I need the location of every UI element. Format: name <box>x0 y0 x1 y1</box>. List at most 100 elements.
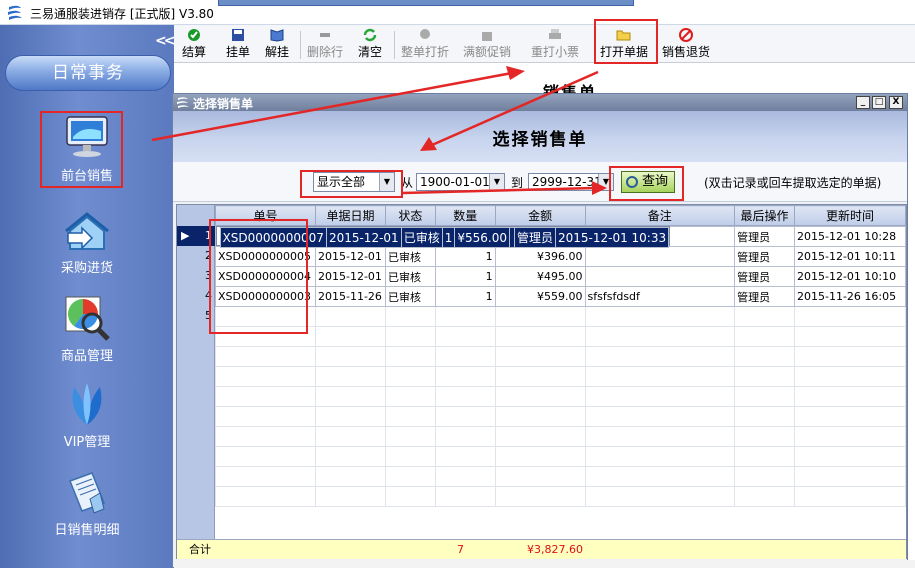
cell-date[interactable]: 2015-12-01 <box>314 246 386 267</box>
cell-operator[interactable]: 管理员 <box>734 266 795 287</box>
order-discount-button[interactable]: 整单打折 <box>401 28 449 60</box>
cell-date[interactable]: 2015-12-01 <box>314 266 386 287</box>
annotation-box-open-document <box>594 19 658 64</box>
chart-magnifier-icon <box>65 296 110 341</box>
cell-operator[interactable]: 管理员 <box>513 227 556 248</box>
promotion-button[interactable]: 满额促销 <box>463 28 511 60</box>
cell-updated[interactable]: 2015-12-01 10:10 <box>793 266 907 287</box>
app-logo-icon <box>8 5 22 20</box>
cell-amount[interactable]: ¥396.00 <box>494 246 586 267</box>
delete-row-button[interactable]: 删除行 <box>307 28 343 60</box>
column-header[interactable]: 单据日期 <box>314 205 386 226</box>
cell-updated[interactable]: 2015-12-01 10:33 <box>554 227 670 248</box>
column-header[interactable]: 数量 <box>434 205 496 226</box>
cell-status[interactable]: 已审核 <box>400 227 443 248</box>
from-date-picker[interactable]: 1900-01-01 ▼ <box>416 173 505 191</box>
empty-row <box>215 486 907 507</box>
column-header[interactable]: 最后操作 <box>734 205 795 226</box>
dialog-titlebar: 选择销售单 _ □ X <box>173 94 907 111</box>
refresh-icon <box>363 28 377 42</box>
sidebar-item-products[interactable]: 商品管理 <box>32 293 142 364</box>
checkout-button[interactable]: 结算 <box>182 28 206 60</box>
hold-order-button[interactable]: 挂单 <box>226 28 250 60</box>
cell-amount[interactable]: ¥495.00 <box>494 266 586 287</box>
column-header[interactable]: 金额 <box>494 205 586 226</box>
cell-operator[interactable]: 管理员 <box>734 246 795 267</box>
cell-note[interactable] <box>584 266 736 287</box>
table-row[interactable]: XSD0000000005 2015-12-01 已审核 1 ¥396.00 管理员 201… <box>215 246 907 267</box>
reprint-receipt-button[interactable]: 重打小票 <box>531 28 579 60</box>
sidebar-item-label: 采购进货 <box>60 261 113 276</box>
filter-bar: 显示全部 ▼ 从 1900-01-01 ▼ 到 2999-12-31 ▼ 查询 … <box>173 162 907 202</box>
summary-qty: 7 <box>457 543 464 556</box>
annotation-box-order-ids <box>209 219 308 334</box>
cell-qty[interactable]: 1 <box>434 286 496 307</box>
maximize-button[interactable]: □ <box>872 96 886 109</box>
annotation-box-display-mode <box>300 170 403 198</box>
sidebar-item-daily-sales[interactable]: 日销售明细 <box>32 469 142 538</box>
cell-status[interactable]: 已审核 <box>384 286 436 307</box>
vip-leaf-icon <box>72 383 102 425</box>
chevron-down-icon[interactable]: ▼ <box>489 174 504 190</box>
summary-row: 合计 7 ¥3,827.60 <box>177 539 906 559</box>
cell-updated[interactable]: 2015-12-01 10:11 <box>793 246 907 267</box>
cell-status[interactable]: 已审核 <box>384 266 436 287</box>
cell-date[interactable]: 2015-11-26 <box>314 286 386 307</box>
table-header-row: 单号 单据日期 状态 数量 金额 备注 最后操作 更新时间 <box>215 205 907 226</box>
sidebar-section-daily[interactable]: 日常事务 <box>5 55 171 91</box>
close-button[interactable]: X <box>889 96 903 109</box>
check-icon <box>188 29 200 41</box>
empty-row <box>215 326 907 347</box>
sidebar: << 日常事务 前台销售 采购进货 商品管理 VIP管理 日销售明细 <box>0 25 176 568</box>
annotation-box-query <box>609 166 684 201</box>
summary-label: 合计 <box>189 543 211 556</box>
sidebar-item-label: 商品管理 <box>60 349 113 364</box>
to-label: 到 <box>511 176 524 190</box>
cell-operator[interactable]: 管理员 <box>734 226 795 247</box>
empty-row <box>215 386 907 407</box>
sidebar-item-vip[interactable]: VIP管理 <box>32 381 142 450</box>
clipboard-icon <box>69 472 105 514</box>
minimize-button[interactable]: _ <box>856 96 870 109</box>
sidebar-item-label: VIP管理 <box>63 435 111 450</box>
app-title: 三易通服装进销存 [正式版] V3.80 <box>30 7 214 21</box>
collapse-sidebar-icon[interactable]: << <box>155 33 176 49</box>
summary-amount: ¥3,827.60 <box>527 543 583 556</box>
column-header[interactable]: 备注 <box>584 205 736 226</box>
app-titlebar: 三易通服装进销存 [正式版] V3.80 <box>0 0 915 25</box>
empty-row <box>215 406 907 427</box>
toolbar: 结算 挂单 解挂 删除行 清空 整单打折 满额促销 重打小票 打开单据 销售退货 <box>174 25 915 63</box>
cell-note[interactable]: sfsfsfdsdf <box>584 286 736 307</box>
query-hint: (双击记录或回车提取选定的单据) <box>704 176 882 190</box>
empty-row <box>215 446 907 467</box>
cell-date[interactable]: 2015-12-01 <box>325 227 402 248</box>
cell-amount[interactable]: ¥556.00 <box>454 227 510 248</box>
empty-row <box>215 366 907 387</box>
sales-return-button[interactable]: 销售退货 <box>662 28 710 60</box>
annotation-box-front-sales <box>40 111 123 188</box>
dialog-header: 选择销售单 <box>173 111 907 162</box>
cell-note[interactable] <box>584 246 736 267</box>
status-bar <box>174 560 915 568</box>
cell-updated[interactable]: 2015-11-26 16:05 <box>793 286 907 307</box>
title-tab-strip <box>218 0 634 6</box>
cell-updated[interactable]: 2015-12-01 10:28 <box>793 226 907 247</box>
table-row[interactable]: XSD0000000003 2015-11-26 已审核 1 ¥559.00 sfsfsf… <box>215 286 907 307</box>
table-row[interactable]: XSD0000000004 2015-12-01 已审核 1 ¥495.00 管理员 201… <box>215 266 907 287</box>
column-header[interactable]: 更新时间 <box>793 205 907 226</box>
toolbar-separator <box>300 31 301 59</box>
cell-qty[interactable]: 1 <box>434 266 496 287</box>
to-date-picker[interactable]: 2999-12-31 ▼ <box>528 173 614 191</box>
release-order-button[interactable]: 解挂 <box>265 28 289 60</box>
empty-row <box>215 426 907 447</box>
save-disk-icon <box>232 29 244 41</box>
cell-qty[interactable]: 1 <box>434 246 496 267</box>
cell-operator[interactable]: 管理员 <box>734 286 795 307</box>
cell-status[interactable]: 已审核 <box>384 246 436 267</box>
clear-button[interactable]: 清空 <box>358 28 382 60</box>
column-header[interactable]: 状态 <box>384 205 436 226</box>
cell-amount[interactable]: ¥559.00 <box>494 286 586 307</box>
printer-icon <box>549 29 561 39</box>
sidebar-item-purchase[interactable]: 采购进货 <box>32 211 142 276</box>
cell-qty[interactable]: 1 <box>441 227 456 248</box>
